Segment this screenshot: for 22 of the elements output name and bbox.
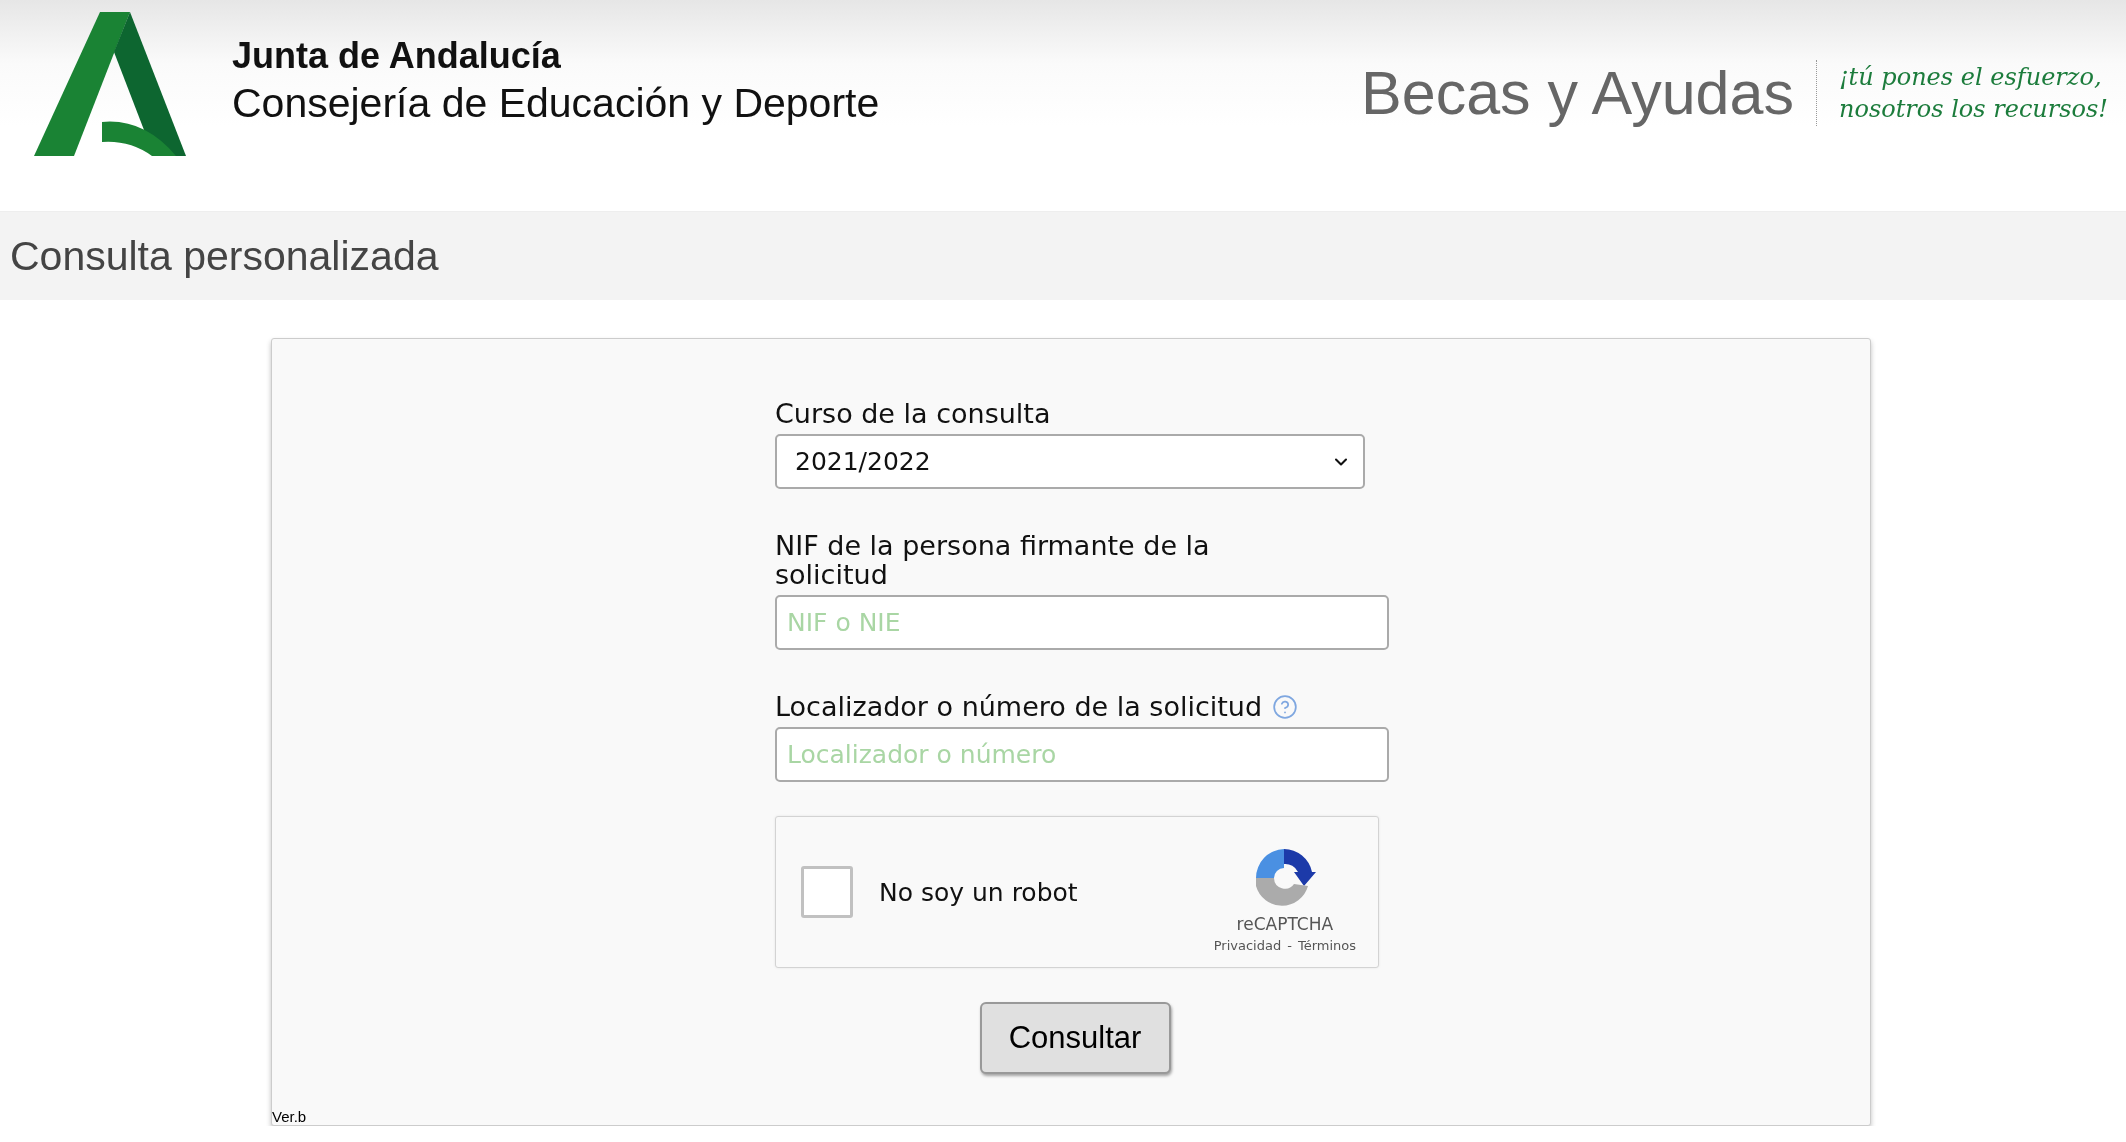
captcha-brand: reCAPTCHA	[1236, 913, 1334, 934]
input-field[interactable]: Localizador o número	[775, 727, 1389, 782]
input-field[interactable]: NIF o NIE	[775, 595, 1389, 650]
page-title: Consulta personalizada	[10, 232, 439, 280]
privacy-link[interactable]: Privacidad	[1213, 937, 1282, 953]
field-label: NIF de la persona firmante de la solicitud	[775, 531, 1211, 589]
department-name: Consejería de Educación y Deporte	[232, 79, 880, 128]
checkbox-label: No soy un robot	[879, 877, 1078, 907]
field-label: Localizador o número de la solicitud	[775, 692, 1263, 721]
help-icon[interactable]	[1272, 693, 1299, 720]
select-field[interactable]: 2021/2022	[775, 434, 1365, 489]
organization-name: Junta de Andalucía	[232, 34, 562, 78]
checkbox[interactable]	[801, 866, 853, 918]
submit-button[interactable]: Consultar	[979, 1002, 1171, 1074]
slogan-line: nosotros los recursos!	[1838, 94, 2108, 125]
terms-link[interactable]: Términos	[1297, 937, 1356, 953]
field-label: Curso de la consulta	[775, 399, 1051, 428]
version-label: Ver.b	[272, 1108, 307, 1125]
slogan-line: ¡tú pones el esfuerzo,	[1838, 62, 2103, 93]
program-title: Becas y Ayudas	[1361, 58, 1794, 128]
link-separator: -	[1287, 937, 1292, 953]
logo-icon	[34, 12, 186, 156]
